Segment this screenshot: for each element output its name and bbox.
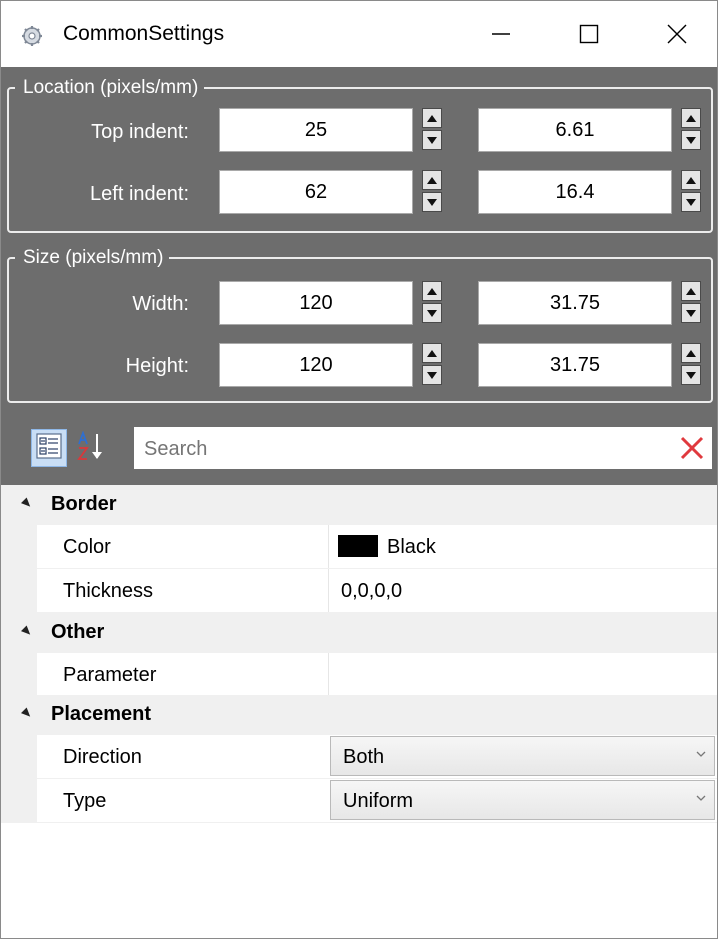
gear-icon xyxy=(21,25,43,47)
property-value[interactable]: 0,0,0,0 xyxy=(341,580,402,603)
collapse-arrow-icon[interactable] xyxy=(20,625,34,638)
property-name: Parameter xyxy=(63,664,157,686)
search-input[interactable] xyxy=(142,427,666,471)
spin-up-icon[interactable] xyxy=(681,281,701,301)
top-indent-mm-spinner[interactable] xyxy=(681,108,703,152)
categorized-view-icon xyxy=(36,432,62,464)
chevron-down-icon[interactable] xyxy=(696,745,706,761)
row-gutter xyxy=(1,735,37,778)
property-grid-toolbar xyxy=(1,409,717,485)
maximize-icon xyxy=(579,24,599,49)
clear-search-icon[interactable] xyxy=(680,436,704,460)
minimize-button[interactable] xyxy=(461,11,541,61)
left-indent-pixels-input[interactable] xyxy=(219,170,413,214)
row-gutter xyxy=(1,525,37,568)
size-group: Size (pixels/mm) Width: Height: xyxy=(1,237,717,409)
category-border[interactable]: Border xyxy=(1,485,717,525)
categorized-view-button[interactable] xyxy=(31,429,67,467)
left-indent-label: Left indent: xyxy=(90,183,189,205)
row-gutter xyxy=(1,653,37,696)
maximize-button[interactable] xyxy=(549,11,629,61)
width-pixels-input[interactable] xyxy=(219,281,413,325)
location-group: Location (pixels/mm) Top indent: Left in… xyxy=(1,67,717,237)
height-pixels-input[interactable] xyxy=(219,343,413,387)
left-indent-pixels-spinner[interactable] xyxy=(422,170,444,214)
size-group-title: Size (pixels/mm) xyxy=(15,247,170,269)
height-mm-spinner[interactable] xyxy=(681,343,703,387)
row-gutter xyxy=(1,779,37,822)
close-button[interactable] xyxy=(637,11,717,61)
search-box[interactable] xyxy=(134,427,712,471)
height-label: Height: xyxy=(125,355,189,377)
height-mm-input[interactable] xyxy=(478,343,672,387)
collapse-arrow-icon[interactable] xyxy=(20,497,34,510)
direction-dropdown[interactable]: Both xyxy=(330,736,715,776)
spin-up-icon[interactable] xyxy=(422,343,442,363)
common-settings-window: CommonSettings Location (pixels/mm) Top … xyxy=(0,0,718,939)
top-indent-mm-input[interactable] xyxy=(478,108,672,152)
property-row-color[interactable]: Color Black xyxy=(1,525,717,569)
spin-up-icon[interactable] xyxy=(681,108,701,128)
category-label: Placement xyxy=(51,703,152,725)
property-value[interactable]: Black xyxy=(387,536,436,559)
row-gutter xyxy=(1,569,37,612)
property-row-parameter[interactable]: Parameter xyxy=(1,653,717,697)
spin-down-icon[interactable] xyxy=(422,192,442,212)
property-name: Direction xyxy=(63,746,142,768)
width-pixels-spinner[interactable] xyxy=(422,281,444,325)
title-bar[interactable]: CommonSettings xyxy=(1,1,717,67)
property-row-thickness[interactable]: Thickness 0,0,0,0 xyxy=(1,569,717,613)
spin-up-icon[interactable] xyxy=(422,108,442,128)
property-name: Type xyxy=(63,790,107,812)
property-name: Color xyxy=(63,536,111,558)
category-label: Border xyxy=(51,493,117,515)
spin-up-icon[interactable] xyxy=(422,281,442,301)
spin-down-icon[interactable] xyxy=(681,192,701,212)
width-label: Width: xyxy=(132,293,189,315)
window-title: CommonSettings xyxy=(63,22,225,45)
height-pixels-spinner[interactable] xyxy=(422,343,444,387)
left-indent-mm-input[interactable] xyxy=(478,170,672,214)
spin-down-icon[interactable] xyxy=(422,130,442,150)
top-indent-label: Top indent: xyxy=(91,121,189,143)
property-name: Thickness xyxy=(63,580,154,602)
category-placement[interactable]: Placement xyxy=(1,695,717,735)
dropdown-value: Uniform xyxy=(343,790,414,812)
top-indent-pixels-input[interactable] xyxy=(219,108,413,152)
location-group-title: Location (pixels/mm) xyxy=(15,77,205,99)
spin-down-icon[interactable] xyxy=(422,365,442,385)
sort-az-icon xyxy=(76,429,106,466)
left-indent-mm-spinner[interactable] xyxy=(681,170,703,214)
column-divider xyxy=(328,569,329,612)
column-divider xyxy=(328,525,329,568)
type-dropdown[interactable]: Uniform xyxy=(330,780,715,820)
property-row-direction[interactable]: Direction Both xyxy=(1,735,717,779)
collapse-arrow-icon[interactable] xyxy=(20,707,34,720)
dropdown-value: Both xyxy=(343,746,385,768)
alphabetical-view-button[interactable] xyxy=(73,429,109,467)
spin-down-icon[interactable] xyxy=(422,303,442,323)
minimize-icon xyxy=(491,24,511,49)
chevron-down-icon[interactable] xyxy=(696,789,706,805)
spin-down-icon[interactable] xyxy=(681,365,701,385)
category-label: Other xyxy=(51,621,105,643)
top-indent-pixels-spinner[interactable] xyxy=(422,108,444,152)
property-row-type[interactable]: Type Uniform xyxy=(1,779,717,823)
close-icon xyxy=(667,24,687,49)
color-swatch[interactable] xyxy=(338,535,378,557)
spin-up-icon[interactable] xyxy=(681,343,701,363)
width-mm-input[interactable] xyxy=(478,281,672,325)
column-divider xyxy=(328,653,329,696)
spin-down-icon[interactable] xyxy=(681,303,701,323)
spin-up-icon[interactable] xyxy=(422,170,442,190)
spin-down-icon[interactable] xyxy=(681,130,701,150)
width-mm-spinner[interactable] xyxy=(681,281,703,325)
category-other[interactable]: Other xyxy=(1,613,717,653)
spin-up-icon[interactable] xyxy=(681,170,701,190)
